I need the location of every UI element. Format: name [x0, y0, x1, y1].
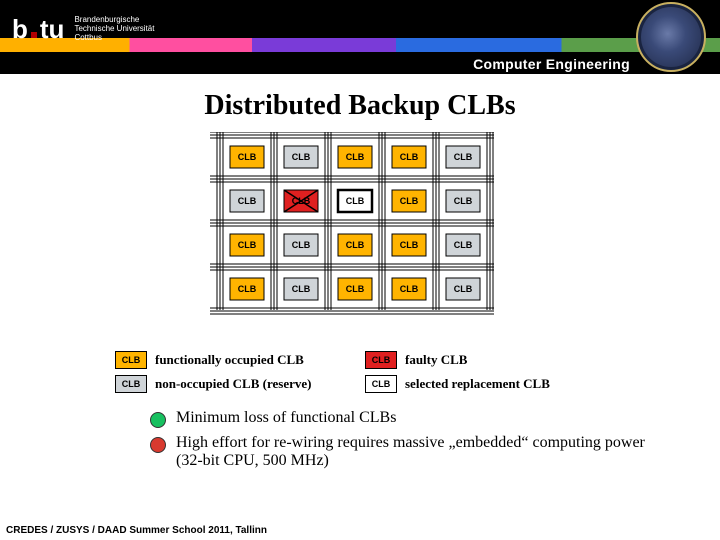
- svg-text:CLB: CLB: [454, 196, 473, 206]
- svg-text:CLB: CLB: [346, 152, 365, 162]
- legend-chip-faulty: CLB: [365, 351, 397, 369]
- legend-chip-functional: CLB: [115, 351, 147, 369]
- slide-footer: CREDES / ZUSYS / DAAD Summer School 2011…: [6, 525, 267, 536]
- svg-text:CLB: CLB: [454, 152, 473, 162]
- bullet-icon-negative: [150, 437, 166, 453]
- svg-text:CLB: CLB: [238, 284, 257, 294]
- legend: CLB functionally occupied CLB CLB faulty…: [115, 345, 605, 399]
- university-logo: b tu Brandenburgische Technische Univers…: [12, 14, 154, 45]
- bullet-list: Minimum loss of functional CLBs High eff…: [150, 409, 720, 470]
- svg-text:CLB: CLB: [400, 152, 419, 162]
- slide-title: Distributed Backup CLBs: [0, 90, 720, 122]
- department-seal-icon: [636, 2, 706, 72]
- sub-line-3: Cottbus: [74, 34, 154, 43]
- legend-row-1: CLB functionally occupied CLB CLB faulty…: [115, 351, 605, 369]
- svg-text:CLB: CLB: [346, 196, 365, 206]
- svg-text:CLB: CLB: [400, 240, 419, 250]
- logo-letters-tu: tu: [40, 14, 65, 45]
- clb-grid-svg: CLB CLB CLB CLB CLB CLB CLB CLB CLB CLB CLB CLB CLB C…: [210, 132, 510, 332]
- bullet-item-2: High effort for re-wiring requires massi…: [150, 434, 720, 470]
- bullet-text-2: High effort for re-wiring requires massi…: [176, 434, 656, 470]
- btu-mark: b tu: [12, 14, 64, 45]
- bullet-item-1: Minimum loss of functional CLBs: [150, 409, 720, 428]
- legend-row-2: CLB non-occupied CLB (reserve) CLB selec…: [115, 375, 605, 393]
- department-label: Computer Engineering: [473, 56, 630, 72]
- legend-chip-selected: CLB: [365, 375, 397, 393]
- svg-text:CLB: CLB: [400, 284, 419, 294]
- bullet-text-1: Minimum loss of functional CLBs: [176, 409, 396, 427]
- svg-text:CLB: CLB: [238, 240, 257, 250]
- svg-text:CLB: CLB: [292, 152, 311, 162]
- svg-text:CLB: CLB: [292, 240, 311, 250]
- legend-text-functional: functionally occupied CLB: [155, 352, 304, 368]
- svg-text:CLB: CLB: [346, 284, 365, 294]
- logo-letter-b: b: [12, 14, 28, 45]
- university-subtitle: Brandenburgische Technische Universität …: [74, 16, 154, 42]
- bullet-icon-positive: [150, 412, 166, 428]
- svg-text:CLB: CLB: [454, 284, 473, 294]
- svg-text:CLB: CLB: [346, 240, 365, 250]
- svg-text:CLB: CLB: [292, 284, 311, 294]
- legend-text-reserve: non-occupied CLB (reserve): [155, 376, 311, 392]
- svg-text:CLB: CLB: [400, 196, 419, 206]
- legend-text-faulty: faulty CLB: [405, 352, 467, 368]
- diagram-area: CLBCLBCLBCLBCLBCLBCLBCLBCLBCLBCLBCLBCLBC…: [0, 122, 720, 399]
- svg-text:CLB: CLB: [238, 152, 257, 162]
- logo-dot-icon: [31, 32, 37, 38]
- svg-text:CLB: CLB: [238, 196, 257, 206]
- legend-text-selected: selected replacement CLB: [405, 376, 550, 392]
- legend-chip-reserve: CLB: [115, 375, 147, 393]
- clb-grid-diagram: CLB CLB CLB CLB CLB CLB CLB CLB CLB CLB CLB CLB CLB C…: [210, 132, 510, 337]
- svg-text:CLB: CLB: [454, 240, 473, 250]
- slide-header: b tu Brandenburgische Technische Univers…: [0, 0, 720, 74]
